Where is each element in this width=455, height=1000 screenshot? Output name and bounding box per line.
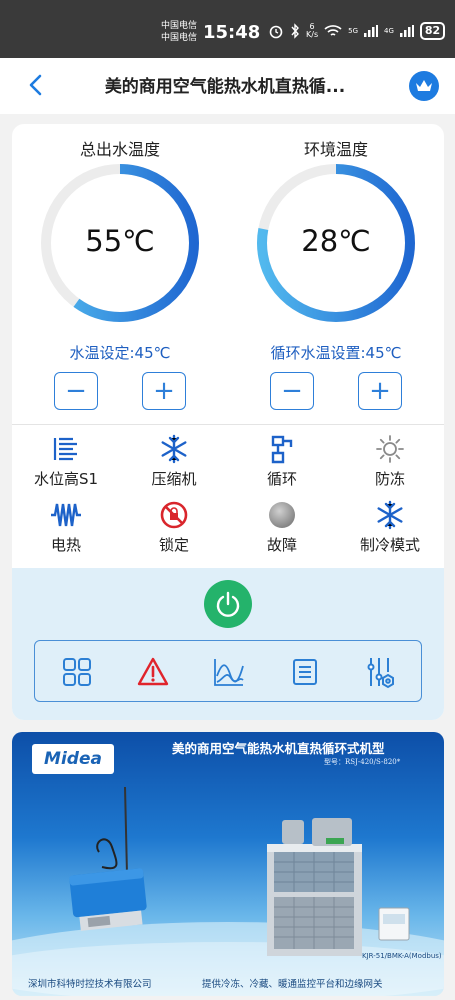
app-header: 美的商用空气能热水机直热循...: [0, 58, 455, 114]
settings-sliders-icon: [367, 658, 394, 689]
status-water-level: 水位高S1: [12, 432, 120, 489]
ambient-temp-panel: 环境温度 28℃ 循环水温设置:45℃ − +: [228, 124, 444, 424]
power-button[interactable]: [204, 580, 252, 628]
promo-banner[interactable]: Midea 美的商用空气能热水机直热循环式机型 型号：RSJ-420/S-820…: [12, 732, 444, 996]
carrier-1: 中国电信: [161, 21, 198, 31]
sun-icon: [376, 435, 404, 463]
snowflake-icon: [161, 434, 187, 464]
bluetooth-icon: [291, 23, 299, 39]
warning-icon: [137, 657, 169, 686]
signal-1-icon: [364, 25, 378, 37]
list-button[interactable]: [287, 654, 323, 690]
trend-button[interactable]: [211, 654, 247, 690]
status-label: 压缩机: [151, 470, 197, 488]
power-icon: [216, 591, 240, 617]
fault-dot-icon: [269, 502, 295, 528]
status-circulation: 循环: [228, 432, 336, 489]
status-label: 水位高S1: [33, 470, 99, 488]
status-label: 防冻: [374, 470, 405, 488]
network-type-2: 4G: [384, 27, 394, 35]
grid-button[interactable]: [59, 654, 95, 690]
ambient-temp-label: 环境温度: [303, 140, 368, 159]
crown-icon: [416, 80, 432, 91]
alarm-button[interactable]: [135, 654, 171, 690]
status-electric-heat: 电热: [12, 498, 120, 555]
ambient-temp-value: 28℃: [301, 224, 371, 258]
outlet-temp-panel: 总出水温度 55℃ 水温设定:45℃ − +: [12, 124, 228, 424]
midea-logo: Midea: [32, 744, 114, 774]
banner-title: 美的商用空气能热水机直热循环式机型: [172, 741, 385, 756]
status-label: 电热: [50, 536, 81, 554]
control-area: [12, 568, 444, 720]
circulation-temp-setting: 循环水温设置:45℃: [270, 344, 402, 362]
function-toolbar: [34, 640, 422, 702]
status-label: 循环: [266, 470, 297, 488]
status-label: 制冷模式: [359, 536, 420, 554]
device-card: 总出水温度 55℃ 水温设定:45℃ − + 环境温度 28℃ 循环水温设置:4…: [12, 124, 444, 720]
clock: 15:48: [203, 22, 261, 43]
banner-services: 提供冷冻、冷藏、暖通监控平台和边缘网关: [202, 979, 383, 990]
vip-button[interactable]: [409, 71, 439, 101]
carrier-2: 中国电信: [161, 33, 198, 43]
chevron-left-icon: [29, 74, 42, 96]
status-cooling-mode: 制冷模式: [336, 498, 444, 555]
water-temp-decrease-button[interactable]: −: [54, 372, 98, 410]
wifi-icon: [324, 25, 342, 36]
pump-icon: [271, 435, 293, 464]
divider: [12, 424, 444, 425]
electric-heat-icon: [51, 503, 81, 527]
signal-2-icon: [399, 25, 414, 37]
outlet-temp-value: 55℃: [85, 224, 155, 258]
status-lock: 锁定: [120, 498, 228, 555]
outlet-temp-label: 总出水温度: [79, 140, 160, 159]
back-button[interactable]: [22, 70, 52, 100]
list-icon: [293, 659, 317, 685]
status-bar: 中国电信 中国电信 15:48 6 K/s 5G 4G 82: [0, 0, 455, 58]
heater-coil-icon: [53, 437, 77, 461]
water-temp-increase-button[interactable]: +: [142, 372, 186, 410]
circulation-temp-increase-button[interactable]: +: [358, 372, 402, 410]
controller-label: KJR-51/BMK-A(Modbus): [362, 952, 442, 960]
water-temp-setting: 水温设定:45℃: [69, 344, 171, 362]
snowflake-icon: [377, 500, 403, 530]
status-label: 锁定: [158, 536, 189, 554]
battery-indicator: 82: [419, 22, 446, 40]
status-antifreeze: 防冻: [336, 432, 444, 489]
status-label: 故障: [266, 536, 297, 554]
status-fault: 故障: [228, 498, 336, 555]
grid-icon: [63, 658, 91, 686]
alarm-icon: [269, 25, 283, 39]
network-type-1: 5G: [348, 27, 358, 35]
status-compressor: 压缩机: [120, 432, 228, 489]
circulation-temp-decrease-button[interactable]: −: [270, 372, 314, 410]
lock-prohibited-icon: [160, 501, 188, 529]
chart-icon: [214, 659, 244, 686]
carrier-info: 中国电信 中国电信: [161, 20, 197, 44]
page-title: 美的商用空气能热水机直热循...: [104, 77, 346, 97]
banner-company: 深圳市科特时控技术有限公司: [28, 979, 152, 990]
settings-button[interactable]: [363, 654, 399, 690]
network-speed: 6 K/s: [306, 22, 319, 39]
banner-model: 型号：RSJ-420/S-820*: [324, 758, 401, 766]
status-icons: 6 K/s 5G 4G 82: [268, 22, 446, 40]
